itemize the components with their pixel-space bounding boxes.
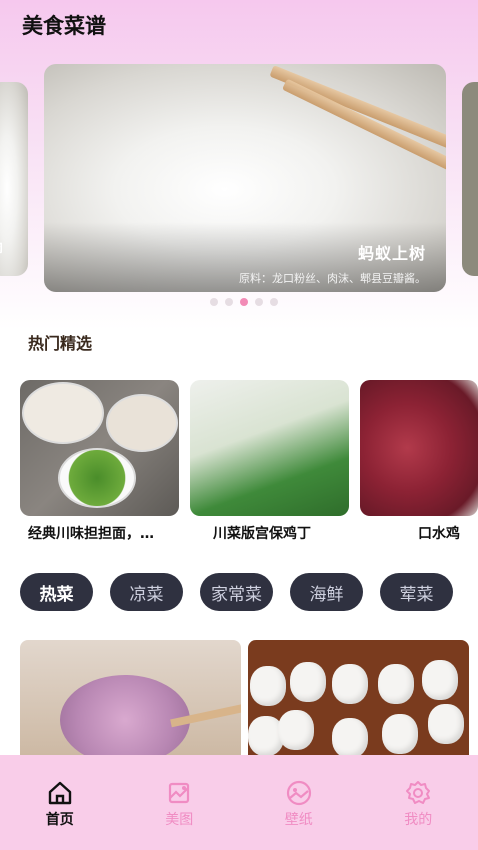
category-chip-seafood[interactable]: 海鲜 bbox=[290, 573, 363, 611]
tab-gallery[interactable]: 美图 bbox=[120, 755, 240, 850]
bun-image-detail bbox=[422, 660, 458, 700]
carousel-dot[interactable] bbox=[255, 298, 263, 306]
carousel-card-main[interactable]: 蚂蚁上树 原料：龙口粉丝、肉沫、郫县豆瓣酱。 bbox=[44, 64, 446, 292]
bun-image-detail bbox=[278, 710, 314, 750]
chopsticks-image-detail bbox=[269, 65, 446, 155]
category-chip-meat[interactable]: 荤菜 bbox=[380, 573, 453, 611]
page-title: 美食菜谱 bbox=[22, 14, 106, 38]
bun-image-detail bbox=[250, 666, 286, 706]
carousel-card-previous[interactable]: 肉 bbox=[0, 82, 28, 276]
image-crop-icon bbox=[169, 782, 190, 804]
wallpaper-icon bbox=[286, 780, 311, 806]
tab-home[interactable]: 首页 bbox=[0, 755, 120, 850]
category-chip-cold[interactable]: 凉菜 bbox=[110, 573, 183, 611]
recipe-grid-image-1[interactable] bbox=[20, 640, 241, 755]
minced-meat-detail bbox=[60, 675, 190, 755]
carousel-card-previous-title: 肉 bbox=[0, 237, 3, 256]
home-icon bbox=[48, 781, 71, 805]
settings-icon bbox=[406, 781, 431, 804]
category-tabs: 热菜 凉菜 家常菜 海鲜 荤菜 bbox=[20, 573, 453, 611]
hot-card-label-3[interactable]: 口水鸡 bbox=[418, 523, 460, 543]
tab-home-label: 首页 bbox=[45, 812, 74, 828]
section-title-hot: 热门精选 bbox=[28, 334, 93, 353]
tab-wallpaper[interactable]: 壁纸 bbox=[239, 755, 359, 850]
bun-image-detail bbox=[332, 664, 368, 704]
hot-card-image-1[interactable] bbox=[20, 380, 179, 516]
carousel-dots bbox=[210, 298, 278, 306]
hot-card-image-3[interactable] bbox=[360, 380, 478, 516]
carousel-dot[interactable] bbox=[225, 298, 233, 306]
hot-card-label-1[interactable]: 经典川味担担面，… bbox=[28, 523, 154, 543]
carousel-card-next[interactable] bbox=[462, 82, 478, 276]
carousel-title: 蚂蚁上树 bbox=[357, 244, 426, 263]
bun-image-detail bbox=[378, 664, 414, 704]
tab-profile-label: 我的 bbox=[404, 812, 433, 828]
hot-card-label-2[interactable]: 川菜版宫保鸡丁 bbox=[213, 523, 311, 543]
carousel-dot[interactable] bbox=[270, 298, 278, 306]
tab-wallpaper-label: 壁纸 bbox=[284, 812, 313, 828]
bottom-tab-bar: 首页 美图 壁纸 我的 bbox=[0, 755, 478, 850]
scallion-bowl bbox=[58, 448, 136, 508]
recipe-grid-image-2[interactable] bbox=[248, 640, 469, 755]
bun-image-detail bbox=[332, 718, 368, 755]
tab-gallery-label: 美图 bbox=[165, 812, 194, 828]
bun-image-detail bbox=[428, 704, 464, 744]
category-chip-hot[interactable]: 热菜 bbox=[20, 573, 93, 611]
bun-image-detail bbox=[382, 714, 418, 754]
hot-card-image-2[interactable] bbox=[190, 380, 349, 516]
flour-bowl bbox=[22, 382, 104, 444]
carousel-dot-active[interactable] bbox=[240, 298, 248, 306]
bun-image-detail bbox=[290, 662, 326, 702]
category-chip-homestyle[interactable]: 家常菜 bbox=[200, 573, 273, 611]
meat-bowl bbox=[106, 394, 178, 452]
carousel-subtitle: 原料：龙口粉丝、肉沫、郫县豆瓣酱。 bbox=[239, 272, 426, 285]
carousel-dot[interactable] bbox=[210, 298, 218, 306]
tab-profile[interactable]: 我的 bbox=[359, 755, 478, 850]
